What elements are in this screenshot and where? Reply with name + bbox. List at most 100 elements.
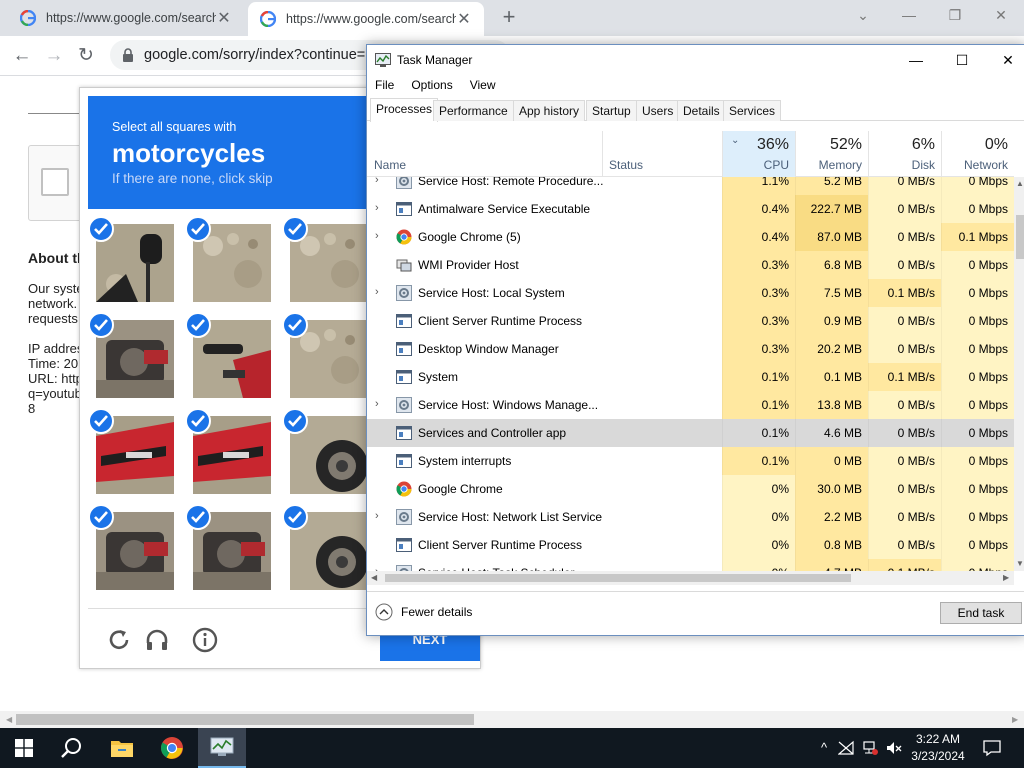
disk-total: 6% [911, 136, 935, 153]
process-network: 0 Mbps [941, 335, 1014, 363]
tm-minimize-icon[interactable]: — [893, 45, 939, 75]
tab-details[interactable]: Details [677, 100, 726, 121]
chrome-icon [161, 737, 183, 759]
restore-icon[interactable]: ❐ [932, 0, 978, 30]
chevron-right-icon[interactable]: › [375, 510, 385, 524]
reload-challenge-icon[interactable] [106, 627, 132, 653]
notifications-icon[interactable] [983, 739, 1001, 757]
minimize-icon[interactable]: — [886, 0, 932, 30]
tab-services[interactable]: Services [723, 100, 782, 121]
process-row[interactable]: ›Service Host: Task Scheduler0%4.7 MB0.1… [367, 559, 1014, 571]
process-disk: 0 MB/s [868, 251, 941, 279]
taskbar-clock[interactable]: 3:22 AM 3/23/2024 [906, 731, 970, 765]
info-icon[interactable] [192, 627, 218, 653]
forward-arrow-icon[interactable]: → [42, 44, 66, 68]
process-memory: 0.9 MB [795, 307, 868, 335]
process-row[interactable]: Services and Controller app 0.1% 4.6 MB 0 M… [367, 419, 1014, 447]
col-status[interactable]: Status [602, 131, 722, 177]
process-disk: 0 MB/s [868, 335, 941, 363]
task-manager-icon [210, 737, 234, 756]
browser-tab-2[interactable]: https://www.google.com/search? ✕ [248, 2, 484, 36]
headphones-icon[interactable] [144, 627, 170, 653]
process-row[interactable]: › Service Host: Remote Procedure... 1.1% 5.… [367, 177, 1014, 195]
back-arrow-icon[interactable]: ← [10, 44, 34, 68]
menu-view[interactable]: View [470, 75, 496, 95]
start-button[interactable] [0, 728, 48, 768]
col-network[interactable]: 0% Network [941, 131, 1014, 177]
chevron-right-icon[interactable]: › [375, 230, 385, 244]
close-tab-icon[interactable]: ✕ [216, 8, 232, 28]
scroll-up-icon[interactable]: ▲ [1016, 179, 1024, 188]
process-row[interactable]: › Service Host: Network List Service 0% 2.2… [367, 503, 1014, 531]
new-tab-button[interactable]: + [498, 6, 520, 29]
col-disk[interactable]: 6% Disk [868, 131, 941, 177]
search-button[interactable] [48, 728, 96, 768]
chrome-taskbar-button[interactable] [148, 728, 196, 768]
tab-startup[interactable]: Startup [586, 100, 637, 121]
scrollbar-thumb[interactable] [385, 574, 851, 582]
process-disk: 0 MB/s [868, 531, 941, 559]
col-name[interactable]: Name [374, 158, 406, 172]
page-text: 8 [28, 401, 36, 416]
scroll-right-icon[interactable]: ▶ [1003, 573, 1009, 582]
chevron-right-icon[interactable]: › [375, 286, 385, 300]
col-cpu[interactable]: ⌄ 36% CPU [722, 131, 795, 177]
process-row[interactable]: › Antimalware Service Executable 0.4% 222.7… [367, 195, 1014, 223]
fewer-details-button[interactable]: Fewer details [375, 603, 472, 621]
scroll-down-icon[interactable]: ▼ [1016, 559, 1024, 568]
end-task-button[interactable]: End task [940, 602, 1022, 624]
process-row[interactable]: Google Chrome 0% 30.0 MB 0 MB/s 0 Mbps [367, 475, 1014, 503]
process-horizontal-scrollbar[interactable]: ◀ ▶ [367, 571, 1014, 585]
task-manager-taskbar-button[interactable] [198, 728, 246, 768]
process-row[interactable]: › Google Chrome (5) 0.4% 87.0 MB 0 MB/s 0.1 M… [367, 223, 1014, 251]
chevron-right-icon[interactable]: › [375, 202, 385, 216]
volume-muted-icon[interactable] [886, 740, 902, 756]
process-cpu: 0.3% [722, 251, 795, 279]
recaptcha-checkbox[interactable] [41, 168, 69, 196]
scroll-left-icon[interactable]: ◀ [371, 573, 377, 582]
clock-time: 3:22 AM [915, 732, 961, 746]
process-memory: 0.8 MB [795, 531, 868, 559]
chevron-up-icon[interactable]: ^ [816, 740, 832, 756]
process-row[interactable]: Client Server Runtime Process 0% 0.8 MB 0 M… [367, 531, 1014, 559]
process-row[interactable]: Client Server Runtime Process 0.3% 0.9 MB 0… [367, 307, 1014, 335]
process-row[interactable]: › Service Host: Windows Manage... 0.1% 13.8… [367, 391, 1014, 419]
process-row[interactable]: Desktop Window Manager 0.3% 20.2 MB 0 MB/s 0… [367, 335, 1014, 363]
tab-performance[interactable]: Performance [433, 100, 514, 121]
chevron-right-icon[interactable]: › [375, 398, 385, 412]
page-text: Time: 20 [28, 356, 79, 371]
process-network: 0 Mbps [941, 419, 1014, 447]
browser-tab-1[interactable]: https://www.google.com/search? ✕ [8, 0, 244, 36]
process-row[interactable]: › Service Host: Local System 0.3% 7.5 MB 0.1… [367, 279, 1014, 307]
tm-maximize-icon[interactable]: ☐ [939, 45, 985, 75]
file-explorer-button[interactable] [98, 728, 146, 768]
process-row[interactable]: System interrupts 0.1% 0 MB 0 MB/s 0 Mbps [367, 447, 1014, 475]
page-text: q=youtub [28, 386, 82, 401]
menu-options[interactable]: Options [411, 75, 452, 95]
app-window-icon [396, 202, 412, 216]
process-vertical-scrollbar[interactable]: ▲ ▼ [1014, 177, 1024, 571]
reload-icon[interactable]: ↻ [74, 44, 98, 68]
close-window-icon[interactable]: ✕ [978, 0, 1024, 30]
process-row[interactable]: WMI Provider Host 0.3% 6.8 MB 0 MB/s 0 Mbps [367, 251, 1014, 279]
tm-close-icon[interactable]: ✕ [985, 45, 1024, 75]
scrollbar-thumb[interactable] [16, 714, 474, 725]
menu-file[interactable]: File [375, 75, 394, 95]
process-row[interactable]: System 0.1% 0.1 MB 0.1 MB/s 0 Mbps [367, 363, 1014, 391]
scrollbar-thumb[interactable] [1016, 215, 1024, 259]
ethernet-icon[interactable] [862, 740, 878, 756]
close-tab-icon[interactable]: ✕ [456, 9, 472, 29]
scroll-right-icon[interactable]: ▶ [1012, 715, 1018, 724]
scroll-left-icon[interactable]: ◀ [6, 715, 12, 724]
page-horizontal-scrollbar[interactable]: ◀ ▶ [0, 711, 1024, 728]
process-network: 0 Mbps [941, 531, 1014, 559]
tab-app-history[interactable]: App history [513, 100, 586, 121]
col-memory[interactable]: 52% Memory [795, 131, 868, 177]
tab-users[interactable]: Users [636, 100, 680, 121]
network-disconnected-icon[interactable] [838, 740, 854, 756]
chevron-right-icon[interactable]: › [375, 177, 385, 188]
cpu-total: 36% [756, 136, 789, 153]
tab-processes[interactable]: Processes [370, 98, 439, 122]
folder-icon [111, 741, 133, 757]
tab-search-icon[interactable]: ⌄ [840, 0, 886, 30]
